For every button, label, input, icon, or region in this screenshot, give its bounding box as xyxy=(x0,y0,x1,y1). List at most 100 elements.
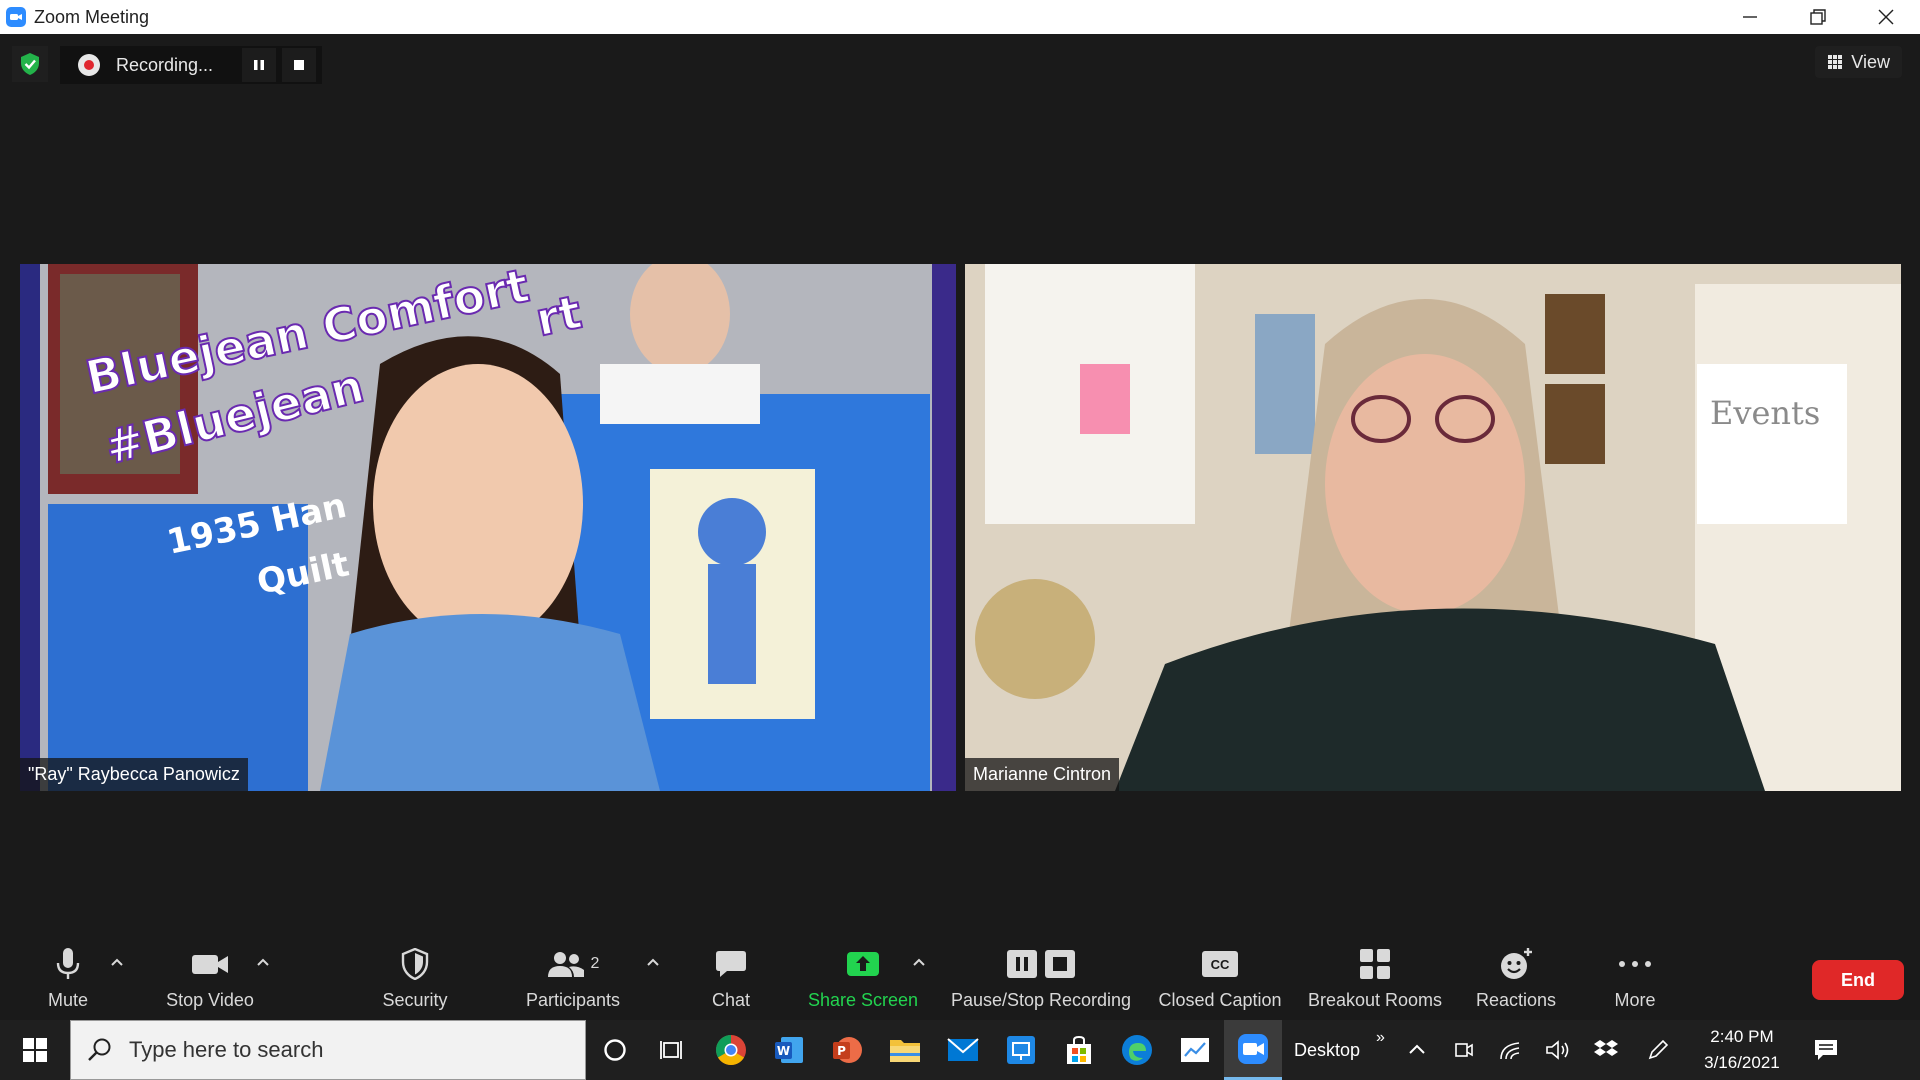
desktop-toolbar-label[interactable]: Desktop xyxy=(1294,1040,1360,1061)
mail-icon xyxy=(947,1038,979,1061)
windows-logo-icon xyxy=(23,1038,47,1062)
breakout-rooms-button[interactable]: Breakout Rooms xyxy=(1306,942,1444,1020)
show-hidden-icons-chevron-up-icon[interactable] xyxy=(1407,1040,1427,1060)
volume-icon[interactable] xyxy=(1545,1039,1571,1061)
participant-name-tag: "Ray" Raybecca Panowicz xyxy=(20,758,248,791)
shield-check-icon xyxy=(21,53,39,75)
minimize-icon xyxy=(1743,16,1757,18)
cc-badge-text: CC xyxy=(1210,956,1230,972)
security-button[interactable]: Security xyxy=(378,942,452,1020)
svg-text:W: W xyxy=(777,1044,790,1058)
share-screen-label: Share Screen xyxy=(807,990,919,1010)
view-button[interactable]: View xyxy=(1815,46,1902,78)
taskbar-network-app[interactable] xyxy=(992,1020,1050,1080)
taskbar-edge[interactable] xyxy=(1108,1020,1166,1080)
cortana-button[interactable] xyxy=(586,1020,644,1080)
stop-recording-button[interactable] xyxy=(282,48,316,82)
dropbox-icon[interactable] xyxy=(1593,1039,1619,1061)
grid-icon xyxy=(1828,55,1843,69)
pause-stop-recording-button[interactable]: Pause/Stop Recording xyxy=(948,942,1134,1020)
clock-time: 2:40 PM xyxy=(1710,1027,1774,1046)
mute-label: Mute xyxy=(47,990,89,1010)
window-title: Zoom Meeting xyxy=(34,6,150,27)
participants-button[interactable]: 2 Participants xyxy=(520,942,626,1020)
wifi-icon[interactable] xyxy=(1499,1039,1523,1061)
end-meeting-button[interactable]: End xyxy=(1812,960,1904,1000)
taskbar-mail[interactable] xyxy=(934,1020,992,1080)
restore-button[interactable] xyxy=(1784,0,1852,34)
task-view-button[interactable] xyxy=(644,1020,702,1080)
more-button[interactable]: More xyxy=(1610,942,1660,1020)
taskbar-whiteboard-app[interactable] xyxy=(1166,1020,1224,1080)
recording-indicator: Recording... xyxy=(60,46,322,84)
poster-text: Events xyxy=(1710,394,1820,432)
svg-text:P: P xyxy=(837,1044,846,1058)
store-bag-icon xyxy=(1067,1035,1091,1064)
edge-icon xyxy=(1122,1035,1152,1065)
notifications-icon[interactable] xyxy=(1813,1038,1839,1062)
taskbar-zoom[interactable] xyxy=(1224,1020,1282,1080)
stop-video-label: Stop Video xyxy=(166,990,254,1010)
video-tile-marianne[interactable]: Events Marianne Cintron xyxy=(965,264,1901,791)
breakout-rooms-label: Breakout Rooms xyxy=(1307,990,1443,1010)
encryption-shield-button[interactable] xyxy=(12,46,48,82)
meet-now-icon[interactable] xyxy=(1453,1039,1475,1061)
minimize-button[interactable] xyxy=(1716,0,1784,34)
video-tile-raybecca[interactable]: Bluejean Comfort #Bluejean rt 1935 Han Q… xyxy=(20,264,956,791)
taskbar-word[interactable]: W xyxy=(760,1020,818,1080)
taskbar-search-box[interactable] xyxy=(70,1020,586,1080)
task-view-icon xyxy=(660,1041,682,1059)
taskbar-store[interactable] xyxy=(1050,1020,1108,1080)
closed-caption-button[interactable]: CC Closed Caption xyxy=(1156,942,1284,1020)
people-icon xyxy=(547,952,584,977)
reactions-label: Reactions xyxy=(1475,990,1557,1010)
shield-icon xyxy=(401,948,429,980)
more-label: More xyxy=(1614,990,1656,1010)
mute-options-chevron-up-icon[interactable] xyxy=(110,956,124,970)
word-icon: W xyxy=(775,1037,803,1063)
stop-icon xyxy=(1045,950,1075,978)
cortana-circle-icon xyxy=(604,1039,626,1061)
stop-icon xyxy=(294,60,304,70)
record-dot-icon xyxy=(78,54,100,76)
close-button[interactable] xyxy=(1852,0,1920,34)
zoom-icon xyxy=(1238,1033,1268,1064)
chat-button[interactable]: Chat xyxy=(706,942,756,1020)
taskbar-powerpoint[interactable]: P xyxy=(818,1020,876,1080)
participants-options-chevron-up-icon[interactable] xyxy=(646,956,660,970)
breakout-rooms-icon xyxy=(1360,949,1390,979)
pause-icon xyxy=(254,60,264,70)
participants-label: Participants xyxy=(525,990,621,1010)
mute-button[interactable]: Mute xyxy=(40,942,96,1020)
more-dots-icon xyxy=(1619,961,1651,967)
stop-video-button[interactable]: Stop Video xyxy=(160,942,260,1020)
windows-taskbar: W P Desktop » 2:40 PM 3/16/2021 xyxy=(0,1020,1920,1080)
video-options-chevron-up-icon[interactable] xyxy=(256,956,270,970)
clock-date: 3/16/2021 xyxy=(1704,1053,1780,1072)
toolbar-expand-chevron-icon[interactable]: » xyxy=(1376,1029,1385,1047)
video-frame-right: Events xyxy=(965,264,1901,791)
share-options-chevron-up-icon[interactable] xyxy=(912,956,926,970)
taskbar-chrome[interactable] xyxy=(702,1020,760,1080)
smiley-plus-icon xyxy=(1501,948,1532,979)
reactions-button[interactable]: Reactions xyxy=(1474,942,1558,1020)
pause-recording-button[interactable] xyxy=(242,48,276,82)
video-frame-left: Bluejean Comfort #Bluejean rt 1935 Han Q… xyxy=(20,264,956,791)
search-input[interactable] xyxy=(129,1037,549,1063)
start-button[interactable] xyxy=(0,1020,70,1080)
folder-icon xyxy=(890,1040,920,1062)
taskbar-file-explorer[interactable] xyxy=(876,1020,934,1080)
recording-label: Recording... xyxy=(116,54,214,75)
security-label: Security xyxy=(382,990,448,1010)
system-clock[interactable]: 2:40 PM 3/16/2021 xyxy=(1687,1024,1797,1076)
meeting-toolbar: Mute Stop Video Security 2 Participants … xyxy=(0,942,1920,1020)
chrome-icon xyxy=(715,1035,746,1066)
network-app-icon xyxy=(1007,1036,1035,1064)
chat-label: Chat xyxy=(711,990,751,1010)
microphone-icon xyxy=(56,948,80,979)
title-bar: Zoom Meeting xyxy=(0,0,1920,34)
pen-icon[interactable] xyxy=(1647,1039,1669,1061)
participants-count: 2 xyxy=(590,955,600,972)
share-screen-button[interactable]: Share Screen xyxy=(808,942,918,1020)
search-icon xyxy=(88,1038,111,1061)
